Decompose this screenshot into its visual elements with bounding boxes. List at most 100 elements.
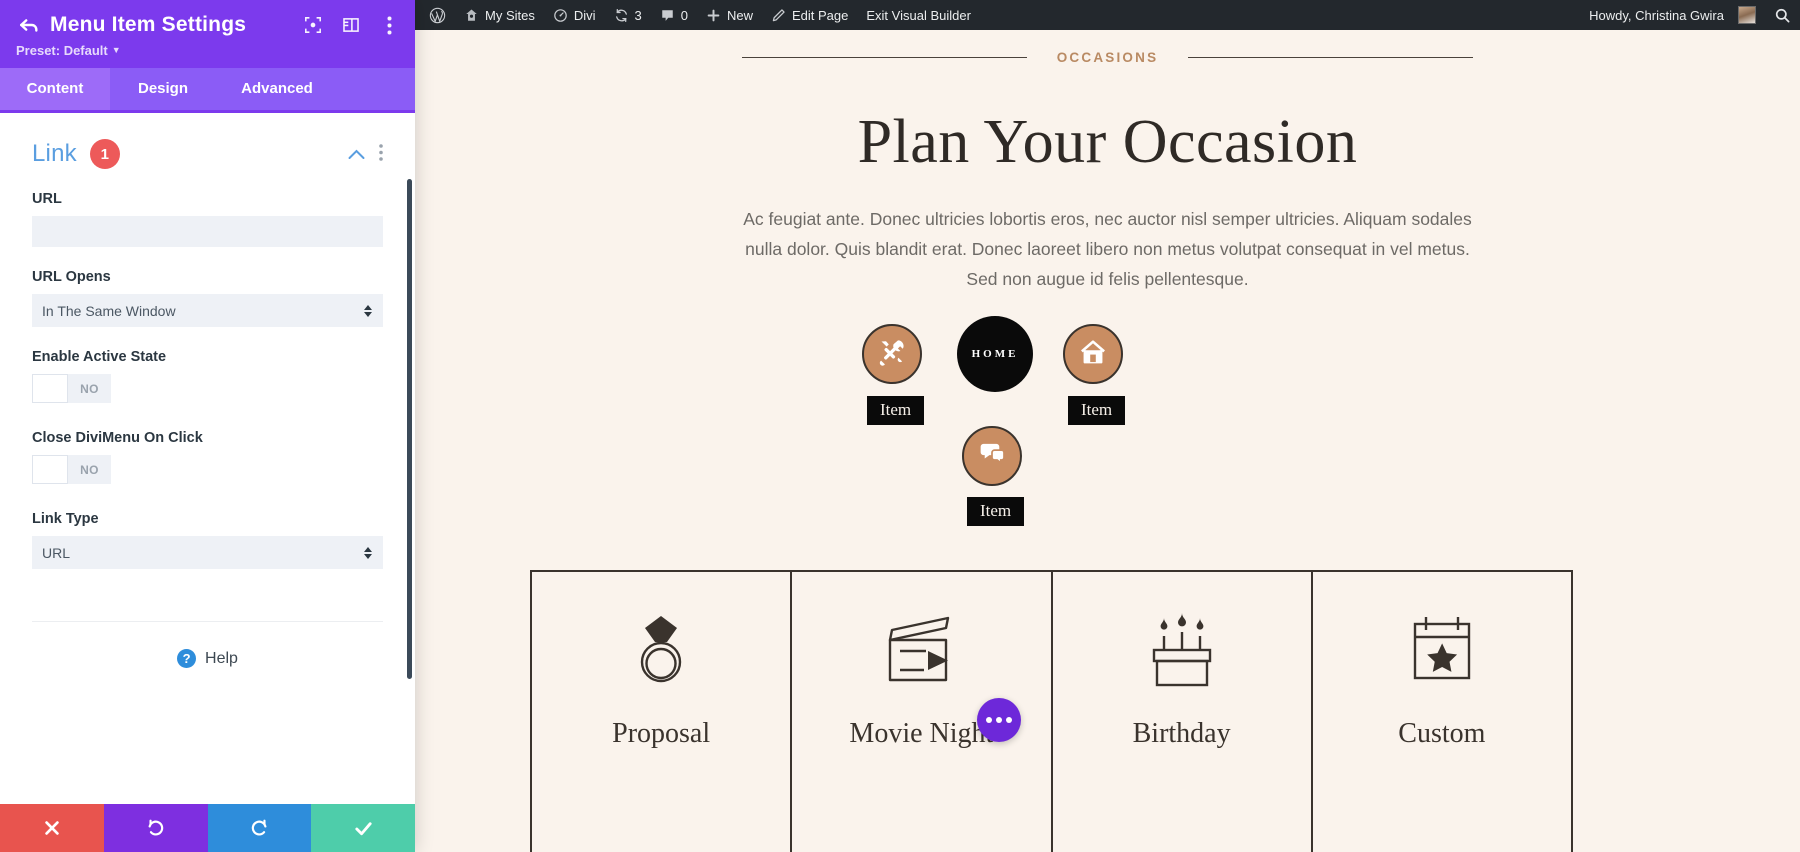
field-label-url: URL [32, 191, 383, 207]
comment-bubble-icon [660, 8, 675, 23]
section-eyebrow: OCCASIONS [415, 50, 1800, 65]
menu-circle-home-text[interactable]: HOME [957, 316, 1033, 392]
panel-scrollbar[interactable] [407, 179, 412, 679]
wordpress-admin-bar: My Sites Divi 3 [415, 0, 1800, 30]
tools-cross-icon [877, 337, 907, 372]
updates-icon [614, 8, 629, 23]
wordpress-logo-icon[interactable] [415, 0, 455, 30]
card-proposal[interactable]: Proposal [532, 572, 792, 852]
cancel-button[interactable] [0, 804, 104, 852]
card-label: Movie Night [849, 718, 993, 750]
save-button[interactable] [311, 804, 415, 852]
home-label: HOME [972, 348, 1019, 360]
close-divimenu-on-click-toggle[interactable]: NO [32, 455, 111, 484]
preset-selector[interactable]: Preset: Default ▼ [16, 43, 399, 58]
admin-bar-new[interactable]: New [697, 0, 762, 30]
vertical-dots-icon[interactable] [379, 144, 383, 164]
menu-item-label[interactable]: Item [867, 396, 924, 425]
card-birthday[interactable]: Birthday [1053, 572, 1313, 852]
menu-icon-cluster: Item HOME Item [415, 316, 1800, 546]
tab-content[interactable]: Content [0, 68, 110, 110]
card-custom[interactable]: Custom [1313, 572, 1571, 852]
toggle-knob [32, 374, 68, 403]
menu-circle-tools[interactable] [862, 324, 922, 384]
help-link[interactable]: ? Help [32, 622, 383, 668]
three-dots-icon [986, 717, 1012, 723]
undo-button[interactable] [104, 804, 208, 852]
divi-gauge-icon [553, 8, 568, 23]
occasion-card-grid: Proposal Movie Night [530, 570, 1573, 852]
help-label: Help [205, 650, 238, 668]
menu-circle-chat[interactable] [962, 426, 1022, 486]
settings-panel-header: Menu Item Settings [0, 0, 415, 68]
settings-action-bar [0, 804, 415, 852]
field-url-opens: URL Opens In The Same Window [32, 269, 383, 327]
vertical-dots-icon[interactable] [379, 15, 399, 35]
menu-item-label[interactable]: Item [1068, 396, 1125, 425]
admin-bar-label: New [727, 8, 753, 23]
settings-panel-body: Link 1 [0, 113, 415, 804]
menu-circle-home[interactable] [1063, 324, 1123, 384]
link-type-select[interactable]: URL [32, 536, 383, 569]
hero-paragraph: Ac feugiat ante. Donec ultricies loborti… [738, 204, 1478, 294]
admin-bar-updates[interactable]: 3 [605, 0, 651, 30]
pencil-icon [771, 8, 786, 23]
focus-target-icon[interactable] [303, 15, 323, 35]
field-url: URL [32, 191, 383, 247]
admin-bar-label: Divi [574, 8, 596, 23]
field-label-close-divimenu-on-click: Close DiviMenu On Click [32, 430, 383, 446]
question-mark-icon: ? [177, 649, 196, 668]
status-badge: 1 [90, 139, 120, 169]
divider-line-right [1188, 57, 1473, 58]
field-enable-active-state: Enable Active State NO [32, 349, 383, 408]
field-label-enable-active-state: Enable Active State [32, 349, 383, 365]
birthday-cake-icon [1140, 604, 1224, 696]
admin-bar-howdy[interactable]: Howdy, Christina Gwira [1575, 0, 1765, 30]
field-close-divimenu-on-click: Close DiviMenu On Click NO [32, 430, 383, 489]
howdy-label: Howdy, Christina Gwira [1589, 8, 1724, 23]
link-group-header: Link 1 [32, 139, 383, 169]
page-title: Menu Item Settings [50, 13, 293, 37]
admin-bar-label: 0 [681, 8, 688, 23]
chevron-down-icon: ▼ [112, 46, 121, 55]
admin-bar-comments[interactable]: 0 [651, 0, 697, 30]
field-label-link-type: Link Type [32, 511, 383, 527]
preset-label: Preset: Default [16, 43, 108, 58]
toggle-value: NO [68, 382, 111, 396]
settings-tabs: Content Design Advanced [0, 68, 415, 113]
toggle-value: NO [68, 463, 111, 477]
admin-bar-edit-page[interactable]: Edit Page [762, 0, 857, 30]
layout-columns-icon[interactable] [341, 15, 361, 35]
calendar-star-icon [1402, 604, 1482, 696]
home-icon [1078, 337, 1108, 372]
back-arrow-icon[interactable] [16, 12, 42, 38]
group-title[interactable]: Link [32, 140, 77, 168]
redo-button[interactable] [208, 804, 312, 852]
field-link-type: Link Type URL [32, 511, 383, 569]
url-input[interactable] [32, 216, 383, 247]
tab-design[interactable]: Design [110, 68, 216, 110]
chevron-up-icon[interactable] [348, 144, 365, 165]
page-canvas: OCCASIONS Plan Your Occasion Ac feugiat … [415, 30, 1800, 852]
visual-builder-app: Menu Item Settings [0, 0, 1800, 852]
admin-bar-label: My Sites [485, 8, 535, 23]
admin-bar-my-sites[interactable]: My Sites [455, 0, 544, 30]
multisite-icon [464, 8, 479, 23]
url-opens-select[interactable]: In The Same Window [32, 294, 383, 327]
admin-bar-divi[interactable]: Divi [544, 0, 605, 30]
toggle-knob [32, 455, 68, 484]
add-module-button[interactable] [977, 698, 1021, 742]
field-label-url-opens: URL Opens [32, 269, 383, 285]
card-label: Custom [1398, 718, 1485, 750]
menu-item-label[interactable]: Item [967, 497, 1024, 526]
tab-advanced[interactable]: Advanced [216, 68, 338, 110]
card-label: Birthday [1133, 718, 1231, 750]
card-label: Proposal [612, 718, 710, 750]
admin-bar-label: 3 [635, 8, 642, 23]
enable-active-state-toggle[interactable]: NO [32, 374, 111, 403]
hero-heading: Plan Your Occasion [415, 107, 1800, 178]
chat-bubbles-icon [977, 439, 1007, 474]
admin-bar-exit-visual-builder[interactable]: Exit Visual Builder [857, 0, 980, 30]
search-icon[interactable] [1765, 0, 1800, 30]
clapperboard-icon [878, 604, 964, 696]
